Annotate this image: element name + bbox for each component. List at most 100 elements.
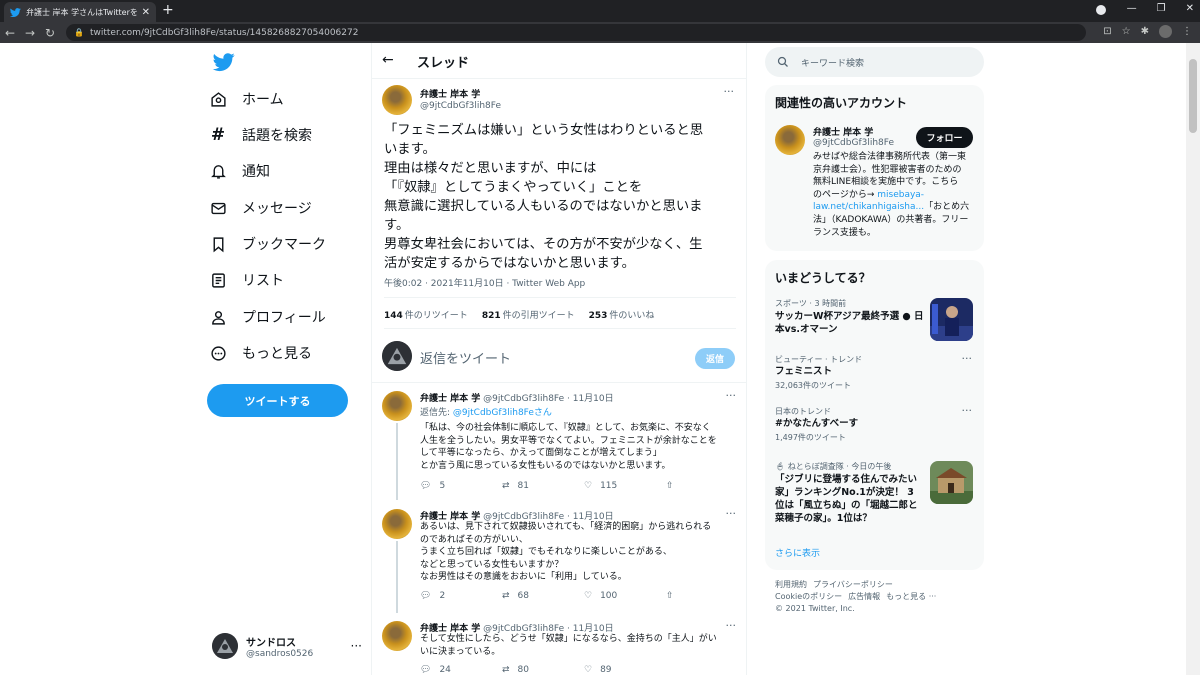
search-input[interactable]: キーワード検索 (765, 47, 984, 77)
reply-author-handle[interactable]: @9jtCdbGf3lih8Fe · 11月10日 (483, 394, 613, 404)
like-stat[interactable]: 253 件のいいね (589, 308, 655, 321)
reply-author-name[interactable]: 弁護士 岸本 学 (420, 394, 480, 404)
reply-count: 24 (439, 665, 451, 675)
account-handle[interactable]: @9jtCdbGf3lih8Fe (813, 138, 894, 148)
more-dots-icon[interactable]: ··· (962, 352, 973, 365)
browser-profile-icon[interactable] (1096, 5, 1106, 15)
tweet-line: 理由は様々だと思いますが、中には (384, 161, 597, 176)
reply-action[interactable]: 💬︎ 2 (420, 591, 502, 601)
reply-header: 弁護士 岸本 学 @9jtCdbGf3lih8Fe · 11月10日 (420, 391, 614, 404)
tweet-button[interactable]: ツイートする (207, 384, 348, 417)
thread-line (396, 541, 398, 613)
tweet-line: 活が安定するからではないかと思います。 (384, 256, 635, 271)
account-name[interactable]: 弁護士 岸本 学 (813, 125, 873, 138)
cookie-link[interactable]: Cookieのポリシー (775, 592, 842, 601)
like-action[interactable]: ♡ 89 (584, 665, 666, 675)
reply-action[interactable]: 💬︎ 5 (420, 481, 502, 491)
nav-item-explore[interactable]: # 話題を検索 (208, 120, 312, 150)
bio-link[interactable]: law.net/chikanhigaisha... (813, 202, 924, 212)
avatar[interactable] (382, 509, 412, 539)
reply-tweet[interactable]: 弁護士 岸本 学 @9jtCdbGf3lih8Fe · 11月10日 ··· 返… (372, 383, 746, 500)
window-maximize-icon[interactable]: ❐ (1157, 3, 1166, 14)
retweet-stat[interactable]: 144 件のリツイート (384, 308, 468, 321)
retweet-action[interactable]: ⇄ 68 (502, 591, 584, 601)
like-action[interactable]: ♡ 100 (584, 591, 666, 601)
more-dots-icon[interactable]: ··· (726, 389, 737, 402)
trend-title-line: サッカーW杯アジア最終予選 ● 日 (775, 311, 924, 322)
nav-item-notifications[interactable]: 通知 (208, 156, 270, 186)
star-icon[interactable]: ☆ (1122, 26, 1131, 37)
quote-stat[interactable]: 821 件の引用ツイート (482, 308, 575, 321)
terms-link[interactable]: 利用規約 (775, 580, 807, 589)
tab-close-icon[interactable]: ✕ (142, 7, 150, 18)
trend-thumbnail (930, 298, 973, 341)
more-dots-icon[interactable]: ··· (351, 639, 362, 653)
mention-link[interactable]: @9jtCdbGf3lih8Feさん (453, 408, 552, 418)
extensions-icon[interactable]: ✱ (1141, 26, 1149, 37)
share-action[interactable]: ⇧ (666, 591, 746, 601)
tweet-author-handle[interactable]: @9jtCdbGf3lih8Fe (420, 101, 501, 111)
nav-item-home[interactable]: ホーム (208, 84, 284, 114)
ads-link[interactable]: 広告情報 (848, 592, 880, 601)
back-arrow-icon[interactable]: ← (382, 52, 394, 68)
reply-button[interactable]: 返信 (695, 348, 735, 369)
like-action[interactable]: ♡ 115 (584, 481, 666, 491)
tweet-author-name[interactable]: 弁護士 岸本 学 (420, 87, 480, 100)
account-name: サンドロス (246, 637, 296, 649)
window-minimize-icon[interactable]: — (1127, 3, 1137, 14)
reply-tweet[interactable]: 弁護士 岸本 学 @9jtCdbGf3lih8Fe · 11月10日 ··· あ… (372, 501, 746, 613)
trend-item[interactable]: ビューティー · トレンド フェミニスト 32,063件のツイート ··· (765, 352, 984, 390)
trend-context: スポーツ · 3 時間前 (775, 299, 847, 308)
heart-icon: ♡ (584, 591, 593, 601)
avatar[interactable] (775, 125, 805, 155)
nav-item-lists[interactable]: リスト (208, 265, 284, 295)
more-dots-icon[interactable]: ··· (726, 507, 737, 520)
address-bar[interactable]: 🔒 twitter.com/9jtCdbGf3lih8Fe/status/145… (66, 24, 1086, 41)
reload-icon[interactable]: ↻ (40, 26, 60, 40)
nav-item-more[interactable]: もっと見る (208, 338, 312, 368)
tweet-timestamp[interactable]: 午後0:02 · 2021年11月10日 · Twitter Web App (384, 276, 585, 289)
bio-link[interactable]: misebaya- (877, 190, 924, 200)
reply-action[interactable]: 💬︎ 24 (420, 665, 502, 675)
trend-item[interactable]: 日本のトレンド #かなたんすべーす 1,497件のツイート ··· (765, 404, 984, 442)
retweet-action[interactable]: ⇄ 80 (502, 665, 584, 675)
nav-item-messages[interactable]: メッセージ (208, 193, 312, 223)
footer-more-link[interactable]: もっと見る ··· (886, 592, 936, 601)
share-action[interactable]: ⇧ (666, 481, 746, 491)
back-nav-icon[interactable]: ← (0, 26, 20, 40)
install-app-icon[interactable]: ⊡ (1103, 26, 1111, 37)
more-dots-icon[interactable]: ··· (724, 85, 735, 98)
nav-label: メッセージ (242, 201, 312, 217)
privacy-link[interactable]: プライバシーポリシー (813, 580, 893, 589)
twitter-logo-icon[interactable] (212, 51, 236, 73)
show-more-link[interactable]: さらに表示 (775, 546, 820, 559)
profile-avatar-icon[interactable] (1159, 25, 1172, 38)
nav-item-profile[interactable]: プロフィール (208, 302, 326, 332)
retweet-action[interactable]: ⇄ 81 (502, 481, 584, 491)
trend-item[interactable]: スポーツ · 3 時間前 サッカーW杯アジア最終予選 ● 日 本vs.オマーン (765, 296, 984, 346)
avatar[interactable] (382, 85, 412, 115)
scroll-thumb[interactable] (1189, 59, 1197, 133)
new-tab-button[interactable]: + (162, 2, 174, 18)
window-close-icon[interactable]: ✕ (1186, 3, 1194, 14)
avatar[interactable] (382, 621, 412, 651)
reply-tweet[interactable]: 弁護士 岸本 学 @9jtCdbGf3lih8Fe · 11月10日 ··· そ… (372, 613, 746, 675)
avatar[interactable] (382, 391, 412, 421)
account-switcher[interactable]: サンドロス @sandros0526 ··· (212, 631, 362, 661)
nav-item-bookmarks[interactable]: ブックマーク (208, 229, 326, 259)
menu-dots-icon[interactable]: ⋮ (1182, 26, 1192, 37)
reply-line: なお男性はその意識をおおいに「利用」している。 (420, 572, 627, 583)
reply-icon: 💬︎ (420, 481, 432, 491)
trend-item[interactable]: 🍵︎ ねとらぼ調査隊 · 今日の午後 「ジブリに登場する住んでみたい 家」ランキ… (765, 459, 984, 529)
follow-button[interactable]: フォロー (916, 127, 973, 148)
browser-tab[interactable]: 弁護士 岸本 学さんはTwitterを使っています ✕ (4, 2, 156, 22)
scrollbar[interactable] (1186, 43, 1200, 675)
news-source-icon: 🍵︎ (775, 462, 786, 471)
more-dots-icon[interactable]: ··· (726, 619, 737, 632)
reply-input[interactable]: 返信をツイート (420, 348, 511, 367)
forward-nav-icon[interactable]: → (20, 26, 40, 40)
more-dots-icon[interactable]: ··· (962, 404, 973, 417)
bio-line: 京弁護士会）。性犯罪被害者のための (813, 164, 962, 175)
trend-count: 32,063件のツイート (775, 381, 851, 390)
retweet-count: 144 (384, 311, 403, 321)
